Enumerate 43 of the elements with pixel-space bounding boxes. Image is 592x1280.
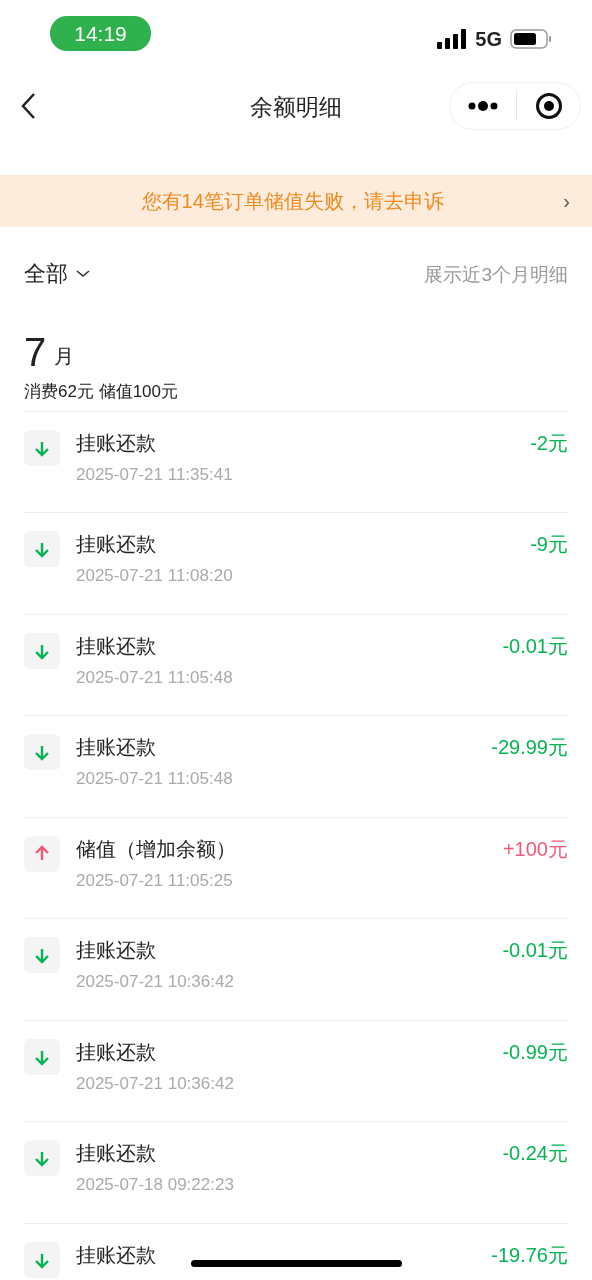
record-title: 挂账还款 (76, 1141, 156, 1166)
signal-icon (437, 29, 468, 49)
filter-dropdown[interactable]: 全部 (24, 257, 68, 290)
month-unit: 月 (54, 344, 75, 369)
network-label: 5G (475, 27, 502, 52)
notice-banner[interactable]: 您有14笔订单储值失败，请去申诉 › (0, 175, 592, 227)
record-amount: -0.01元 (502, 633, 568, 659)
record-title: 储值（增加余额） (76, 836, 236, 862)
record-title: 挂账还款 (76, 938, 156, 963)
record-title: 挂账还款 (76, 1039, 156, 1065)
record-time: 2025-07-18 09:22:23 (76, 1174, 234, 1196)
more-icon[interactable] (468, 100, 498, 111)
chevron-icon: › (563, 186, 570, 216)
record-amount: -0.01元 (502, 938, 568, 963)
record-time: 2025-07-21 10:36:42 (76, 1072, 234, 1095)
record-time: 2025-07-21 11:05:48 (76, 768, 233, 790)
record-title: 挂账还款 (76, 430, 156, 456)
record-amount: -0.24元 (502, 1141, 568, 1166)
caret-icon[interactable] (76, 269, 90, 278)
battery-icon (510, 29, 552, 49)
record-amount: -19.76元 (491, 1242, 568, 1268)
record-title: 挂账还款 (76, 633, 156, 659)
record-time: 2025-07-21 10:36:42 (76, 971, 234, 993)
back-icon[interactable] (20, 91, 36, 120)
record-amount: -0.99元 (502, 1039, 568, 1065)
record-amount: +100元 (502, 836, 568, 862)
record-amount: -9元 (530, 532, 568, 557)
page-title: 余额明细 (250, 94, 342, 120)
record-time: 2025-07-21 11:05:48 (76, 666, 233, 689)
notice-text: 您有14笔订单储值失败，请去申诉 (140, 189, 445, 214)
close-icon[interactable] (535, 91, 563, 120)
record-amount: -29.99元 (491, 735, 568, 760)
record-time: 2025-07-21 11:05:25 (76, 869, 234, 892)
month-number: 7 (24, 329, 47, 375)
range-hint: 展示近3个月明细 (424, 263, 568, 287)
status-time: 14:19 (50, 16, 151, 51)
record-time: 2025-07-21 11:08:20 (76, 565, 233, 587)
record-time: 2025-07-21 11:35:41 (76, 463, 233, 486)
record-title: 挂账还款 (76, 735, 156, 760)
record-amount: -2元 (530, 430, 568, 456)
record-title: 挂账还款 (76, 532, 156, 557)
month-summary: 消费62元 储值100元 (24, 379, 568, 412)
record-title: 挂账还款 (76, 1242, 156, 1268)
